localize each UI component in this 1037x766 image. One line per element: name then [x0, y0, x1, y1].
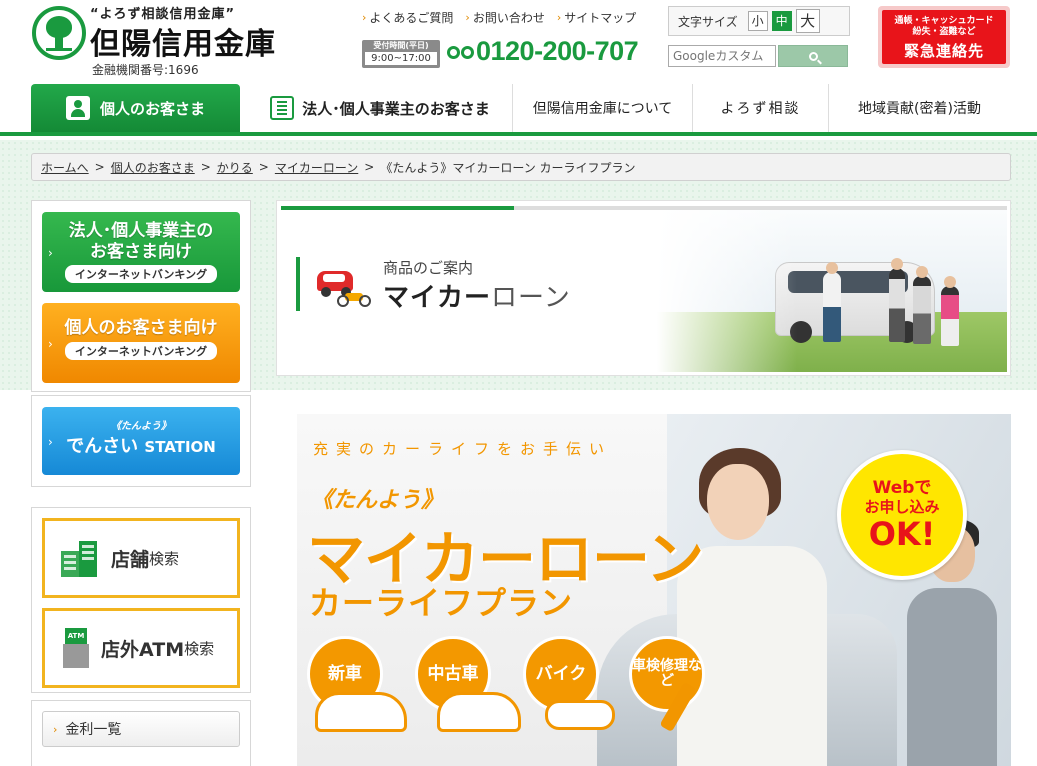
used-car-icon — [437, 692, 521, 732]
nav-item-about[interactable]: 但陽信用金庫について — [512, 84, 692, 132]
utility-links: › よくあるご質問 › お問い合わせ › サイトマップ — [362, 9, 636, 26]
sidebar-list-panel: › 金利一覧 — [31, 700, 251, 766]
motorcycle-icon — [545, 700, 615, 730]
mycar-loan-banner: 充実のカーライフをお手伝い 《たんよう》 マイカーローン カーライフプラン 新車… — [297, 414, 1011, 766]
emergency-sub-1: 通帳・キャッシュカード — [894, 16, 994, 26]
corporate-internet-banking-button[interactable]: › 法人･個人事業主の お客さま向け インターネットバンキング — [42, 212, 240, 292]
web-application-badge[interactable]: Webで お申し込み OK! — [837, 450, 967, 580]
search-icon — [808, 51, 818, 61]
font-size-small-button[interactable]: 小 — [747, 11, 768, 31]
nav-item-corporate[interactable]: 法人･個人事業主のお客さま — [250, 84, 510, 132]
emergency-contact-button[interactable]: 通帳・キャッシュカード 紛失・盗難など 緊急連絡先 — [878, 6, 1010, 68]
atm-icon: ATM — [61, 628, 93, 668]
hours-time: 9:00~17:00 — [365, 52, 437, 65]
chevron-right-icon: › — [362, 11, 367, 24]
personal-internet-banking-button[interactable]: › 個人のお客さま向け インターネットバンキング — [42, 303, 240, 383]
sidebar-ib-panel: › 法人･個人事業主の お客さま向け インターネットバンキング › 個人のお客さ… — [31, 200, 251, 392]
woman-photo — [677, 434, 827, 766]
font-size-switcher: 文字サイズ 小 中 大 — [668, 6, 850, 36]
search-button[interactable] — [778, 45, 848, 67]
site-header: “よろず相談信用金庫” 但陽信用金庫 金融機関番号:1696 › よくあるご質問 … — [0, 0, 1037, 82]
bank-name[interactable]: 但陽信用金庫 — [90, 19, 276, 63]
person-icon — [65, 96, 90, 120]
freedial-icon — [447, 42, 475, 64]
product-subtitle: 商品のご案内 — [383, 259, 474, 277]
nav-item-community[interactable]: 地域貢献(密着)活動 — [828, 84, 1010, 132]
new-car-icon — [315, 692, 407, 732]
chevron-right-icon: › — [556, 11, 562, 24]
breadcrumb-separator: > — [258, 160, 269, 174]
breadcrumb-separator: > — [94, 160, 105, 174]
breadcrumb-borrow[interactable]: かりる — [217, 159, 253, 176]
hours-label: 受付時間(平日) — [373, 41, 429, 50]
car-and-bike-icon — [315, 263, 375, 309]
sidebar-search-panel: 店舗 検索 ATM 店外ATM 検索 — [31, 507, 251, 693]
banner-brand: 《たんよう》 — [311, 488, 444, 513]
reception-hours: 受付時間(平日) 9:00~17:00 — [362, 40, 440, 68]
usage-inspection-repair: 車検修理など — [629, 636, 705, 712]
product-title: マイカーローン — [383, 283, 571, 313]
chevron-right-icon: › — [48, 337, 53, 351]
site-search-input[interactable] — [668, 45, 776, 67]
chevron-right-icon: › — [465, 11, 470, 24]
emergency-main-label: 緊急連絡先 — [903, 42, 984, 60]
contact-link[interactable]: › お問い合わせ — [465, 9, 544, 26]
store-building-icon — [61, 539, 97, 577]
breadcrumb-separator: > — [200, 160, 211, 174]
breadcrumb: ホームへ > 個人のお客さま > かりる > マイカーローン > 《たんよう》マ… — [31, 153, 1011, 181]
building-icon — [270, 96, 295, 120]
breadcrumb-current: 《たんよう》マイカーローン カーライフプラン — [380, 160, 636, 175]
font-size-medium-button[interactable]: 中 — [771, 11, 792, 31]
rate-list-button[interactable]: › 金利一覧 — [42, 711, 240, 747]
breadcrumb-personal[interactable]: 個人のお客さま — [111, 159, 195, 176]
product-header: 商品のご案内 マイカーローン — [276, 200, 1011, 376]
chevron-right-icon: › — [53, 722, 58, 736]
densai-station-button[interactable]: › 《たんよう》 でんさい STATION — [42, 407, 240, 475]
phone-number[interactable]: 0120-200-707 — [476, 36, 639, 67]
breadcrumb-home[interactable]: ホームへ — [41, 159, 89, 176]
font-size-label: 文字サイズ — [678, 14, 738, 29]
breadcrumb-separator: > — [364, 160, 375, 174]
banner-subtitle: カーライフプラン — [309, 584, 574, 622]
chevron-right-icon: › — [48, 246, 53, 260]
nav-item-consultation[interactable]: よろず相談 — [692, 84, 828, 132]
sitemap-link[interactable]: › サイトマップ — [557, 9, 636, 26]
faq-link[interactable]: › よくあるご質問 — [362, 9, 453, 26]
family-photo — [657, 210, 1007, 372]
font-size-large-button[interactable]: 大 — [795, 9, 820, 33]
institution-code: 金融機関番号:1696 — [92, 63, 199, 77]
global-nav: 個人のお客さま 法人･個人事業主のお客さま 但陽信用金庫について よろず相談 地… — [0, 84, 1037, 136]
logo-tree-icon[interactable] — [32, 6, 86, 60]
sidebar-densai-panel: › 《たんよう》 でんさい STATION — [31, 395, 251, 487]
store-search-button[interactable]: 店舗 検索 — [42, 518, 240, 598]
atm-search-button[interactable]: ATM 店外ATM 検索 — [42, 608, 240, 688]
nav-item-personal[interactable]: 個人のお客さま — [31, 84, 240, 132]
breadcrumb-mycar-loan[interactable]: マイカーローン — [275, 159, 358, 176]
banner-catchphrase: 充実のカーライフをお手伝い — [313, 440, 613, 458]
chevron-right-icon: › — [48, 435, 53, 449]
emergency-sub-2: 紛失・盗難など — [912, 27, 976, 37]
